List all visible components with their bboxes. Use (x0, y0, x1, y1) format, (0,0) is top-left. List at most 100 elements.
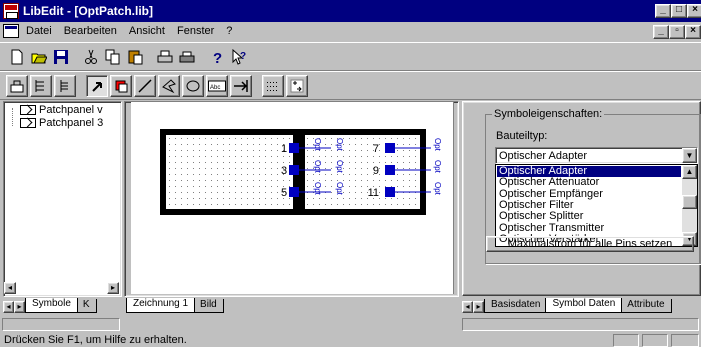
dropdown-option[interactable]: Optischer Splitter (497, 211, 681, 222)
scroll-right-icon[interactable]: ▸ (107, 282, 119, 294)
pin-label: Opt (313, 160, 322, 174)
scroll-up-icon[interactable]: ▲ (682, 165, 697, 179)
doc-minimize-button[interactable]: _ (653, 25, 669, 39)
menu-item-bearbeiten[interactable]: Bearbeiten (64, 25, 117, 37)
component-type-label: Bauteiltyp: (496, 130, 548, 142)
cut-icon[interactable] (80, 46, 102, 68)
svg-text:?: ? (240, 51, 246, 62)
menu-item-datei[interactable]: Datei (26, 25, 52, 37)
pin-marker (289, 165, 299, 175)
symbol-tree[interactable]: Patchpanel v Patchpanel 3 ◂ ▸ (3, 101, 122, 297)
pin-marker (385, 165, 395, 175)
drawing-canvas[interactable]: 1 Opt 7 Opt Opt 3 Opt 9 Opt Opt 5 Opt 11 Opt Opt (131, 102, 454, 294)
close-button[interactable]: × (687, 4, 701, 18)
properties-panel: Symboleigenschaften: Bauteiltyp: Optisch… (462, 101, 701, 296)
standard-toolbar: ? ? (0, 42, 701, 71)
paste-icon[interactable] (124, 46, 146, 68)
menu-item-help[interactable]: ? (226, 25, 232, 37)
tree-item-label: Patchpanel 3 (39, 117, 104, 129)
minimize-button[interactable]: _ (655, 4, 671, 18)
window-title: LibEdit - [OptPatch.lib] (23, 4, 153, 18)
menu-bar: Datei Bearbeiten Ansicht Fenster? _ ▫ × (0, 22, 701, 41)
pin-label: Opt (433, 160, 442, 174)
tab-k[interactable]: K (75, 299, 97, 313)
new-file-icon[interactable] (6, 46, 28, 68)
grid-icon[interactable] (262, 75, 284, 97)
pin-edit-icon[interactable] (54, 75, 76, 97)
patchpanel-symbol[interactable]: 1 Opt 7 Opt Opt 3 Opt 9 Opt Opt 5 Opt 11 Opt Opt (131, 102, 454, 294)
ellipse-icon[interactable] (182, 75, 204, 97)
help-icon[interactable]: ? (206, 46, 228, 68)
svg-text:?: ? (213, 50, 222, 65)
doc-restore-button[interactable]: ▫ (669, 25, 685, 39)
dropdown-option[interactable]: Optischer Empfänger (497, 188, 681, 200)
polygon-icon[interactable] (158, 75, 180, 97)
symbol-icon (20, 105, 36, 115)
pin-list-icon[interactable] (30, 75, 52, 97)
fill-icon[interactable] (110, 75, 132, 97)
tab-zeichnung-1[interactable]: Zeichnung 1 (126, 298, 196, 313)
tab-prev-icon[interactable]: ◂ (3, 301, 14, 313)
open-folder-icon[interactable] (28, 46, 50, 68)
tree-horizontal-scrollbar[interactable]: ◂ ▸ (4, 282, 119, 294)
maximize-button[interactable]: □ (671, 4, 687, 18)
tab-attribute[interactable]: Attribute (620, 299, 672, 313)
pin-marker (289, 143, 299, 153)
snap-icon[interactable] (286, 75, 308, 97)
tab-basisdaten[interactable]: Basisdaten (484, 299, 548, 313)
tab-prev-icon[interactable]: ◂ (462, 301, 473, 313)
pin-number: 9 (373, 165, 379, 177)
print-preview-icon[interactable] (176, 46, 198, 68)
menu-item-ansicht[interactable]: Ansicht (129, 25, 165, 37)
status-panel (613, 334, 639, 347)
dropdown-scrollbar[interactable]: ▲ ▼ (682, 165, 697, 246)
canvas-tabstrip: Zeichnung 1 Bild (126, 297, 224, 313)
group-title: Symboleigenschaften: (492, 108, 605, 120)
tab-symbole[interactable]: Symbole (25, 298, 78, 313)
menu-item-fenster[interactable]: Fenster (177, 25, 214, 37)
component-type-select[interactable]: Optischer Adapter ▼ (495, 147, 698, 164)
max-current-button[interactable]: Maximalstrom für alle Pins setzen (486, 236, 694, 252)
tab-next-icon[interactable]: ▸ (473, 301, 484, 313)
status-text: Drücken Sie F1, um Hilfe zu erhalten. (4, 334, 187, 346)
pin-arrow-icon[interactable] (230, 75, 252, 97)
chevron-down-icon[interactable]: ▼ (682, 148, 697, 163)
pin-number: 1 (281, 143, 287, 155)
select-arrow-icon[interactable] (86, 75, 108, 97)
doc-close-button[interactable]: × (685, 25, 701, 39)
title-bar: LibEdit - [OptPatch.lib] _ □ × (0, 0, 701, 22)
tab-symbol-daten[interactable]: Symbol Daten (545, 298, 623, 313)
pin-label: Opt (335, 182, 344, 196)
pin-number: 5 (281, 187, 287, 199)
status-bar: Drücken Sie F1, um Hilfe zu erhalten. (0, 333, 701, 347)
component-icon[interactable] (6, 75, 28, 97)
line-icon[interactable] (134, 75, 156, 97)
svg-text:Abc: Abc (210, 85, 220, 91)
app-icon[interactable] (3, 3, 19, 19)
pin-number: 7 (373, 143, 379, 155)
tree-item-patchpanel-2[interactable]: Patchpanel 3 (20, 117, 103, 129)
pin-marker (289, 187, 299, 197)
component-type-dropdown[interactable]: Optischer Adapter Optischer Attenuator Opt… (495, 164, 698, 247)
tree-item-patchpanel-1[interactable]: Patchpanel v (20, 104, 103, 116)
dropdown-option[interactable]: Optischer Transmitter (497, 222, 681, 234)
document-icon[interactable] (3, 24, 19, 38)
tab-bild[interactable]: Bild (193, 299, 224, 313)
pin-label: Opt (335, 138, 344, 152)
drawing-toolbar: Abc (0, 71, 701, 100)
save-icon[interactable] (50, 46, 72, 68)
pin-label: Opt (433, 182, 442, 196)
print-icon[interactable] (154, 46, 176, 68)
pin-marker (385, 187, 395, 197)
selected-value: Optischer Adapter (499, 150, 588, 162)
right-tabstrip: ◂ ▸ Basisdaten Symbol Daten Attribute (462, 297, 672, 313)
scroll-thumb[interactable] (682, 195, 697, 209)
tab-next-icon[interactable]: ▸ (14, 301, 25, 313)
copy-icon[interactable] (102, 46, 124, 68)
pin-marker (385, 143, 395, 153)
drawing-area: 1 Opt 7 Opt Opt 3 Opt 9 Opt Opt 5 Opt 11 Opt Opt (124, 101, 459, 297)
dropdown-option[interactable]: Optischer Attenuator (497, 177, 681, 188)
scroll-left-icon[interactable]: ◂ (4, 282, 16, 294)
text-icon[interactable]: Abc (206, 75, 228, 97)
context-help-icon[interactable]: ? (228, 46, 250, 68)
